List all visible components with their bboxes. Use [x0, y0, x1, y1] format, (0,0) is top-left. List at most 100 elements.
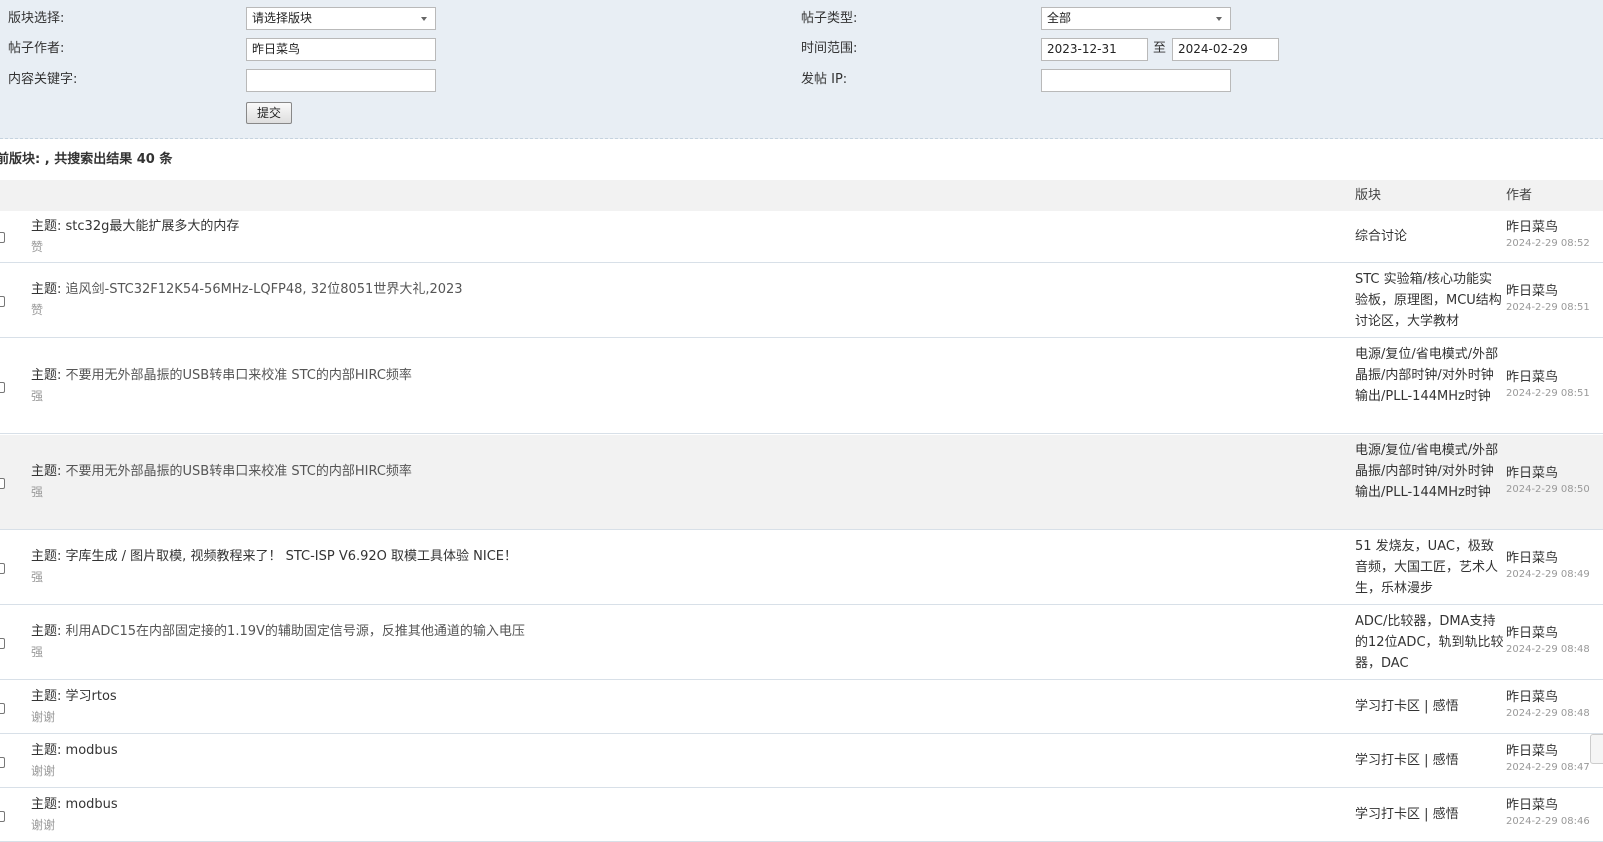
row-tag: 谢谢 — [31, 818, 56, 832]
row-forum-link[interactable]: ADC/比较器，DMA支持的12位ADC，轨到轨比较器，DAC — [1355, 611, 1505, 674]
subject-prefix: 主题: — [31, 282, 62, 297]
row-tag: 谢谢 — [31, 710, 56, 724]
row-time: 2024-2-29 08:51 — [1506, 388, 1590, 399]
row-forum-link[interactable]: 学习打卡区 | 感悟 — [1355, 804, 1505, 825]
search-panel: 版块选择: 请选择版块 帖子类型: 全部 帖子作者: 昨日菜鸟 时间范围: 20… — [0, 0, 1603, 139]
board-select[interactable]: 请选择版块 — [246, 7, 436, 30]
table-row: 主题: modbus 谢谢 学习打卡区 | 感悟 昨日菜鸟 2024-2-29 … — [0, 789, 1603, 842]
subject-prefix: 主题: — [31, 368, 62, 383]
author-label: 帖子作者: — [8, 41, 65, 56]
row-forum-link[interactable]: 综合讨论 — [1355, 226, 1505, 247]
subject-prefix: 主题: — [31, 219, 62, 234]
time-range-label: 时间范围: — [801, 41, 858, 56]
row-subject: 主题: modbus — [31, 796, 118, 814]
table-row: 主题: modbus 谢谢 学习打卡区 | 感悟 昨日菜鸟 2024-2-29 … — [0, 735, 1603, 788]
row-time: 2024-2-29 08:48 — [1506, 708, 1590, 719]
author-input[interactable]: 昨日菜鸟 — [246, 38, 436, 61]
subject-link[interactable]: 学习rtos — [66, 689, 117, 704]
row-tag: 强 — [31, 645, 44, 659]
row-forum-link[interactable]: STC 实验箱/核心功能实验板，原理图，MCU结构讨论区，大学教材 — [1355, 269, 1505, 332]
table-row: 主题: stc32g最大能扩展多大的内存 赞 综合讨论 昨日菜鸟 2024-2-… — [0, 211, 1603, 263]
row-author-link[interactable]: 昨日菜鸟 — [1506, 690, 1558, 706]
ip-input[interactable] — [1041, 69, 1231, 92]
row-tag: 强 — [31, 389, 44, 403]
table-row: 主题: 字库生成 / 图片取模, 视频教程来了！ STC-ISP V6.92O … — [0, 531, 1603, 605]
row-forum-link[interactable]: 51 发烧友，UAC，极致音频，大国工匠，艺术人生，乐林漫步 — [1355, 536, 1505, 599]
row-forum-link[interactable]: 学习打卡区 | 感悟 — [1355, 696, 1505, 717]
row-author-link[interactable]: 昨日菜鸟 — [1506, 744, 1558, 760]
row-checkbox[interactable] — [0, 478, 5, 489]
row-tag: 谢谢 — [31, 764, 56, 778]
row-subject: 主题: 不要用无外部晶振的USB转串口来校准 STC的内部HIRC频率 — [31, 463, 412, 481]
row-forum-link[interactable]: 学习打卡区 | 感悟 — [1355, 750, 1505, 771]
row-author-link[interactable]: 昨日菜鸟 — [1506, 284, 1558, 300]
row-subject: 主题: 字库生成 / 图片取模, 视频教程来了！ STC-ISP V6.92O … — [31, 548, 517, 566]
back-to-top-tab[interactable] — [1590, 734, 1603, 764]
board-select-label: 版块选择: — [8, 11, 65, 26]
keyword-input[interactable] — [246, 69, 436, 92]
row-checkbox[interactable] — [0, 811, 5, 822]
row-tag: 强 — [31, 485, 44, 499]
row-checkbox[interactable] — [0, 638, 5, 649]
row-checkbox[interactable] — [0, 382, 5, 393]
row-time: 2024-2-29 08:47 — [1506, 762, 1590, 773]
row-checkbox[interactable] — [0, 563, 5, 574]
subject-prefix: 主题: — [31, 743, 62, 758]
row-forum-link[interactable]: 电源/复位/省电模式/外部晶振/内部时钟/对外时钟输出/PLL-144MHz时钟 — [1355, 344, 1505, 407]
row-checkbox[interactable] — [0, 296, 5, 307]
subject-prefix: 主题: — [31, 549, 62, 564]
table-row: 主题: 利用ADC15在内部固定接的1.19V的辅助固定信号源，反推其他通道的输… — [0, 606, 1603, 680]
subject-link[interactable]: 字库生成 / 图片取模, 视频教程来了！ STC-ISP V6.92O 取模工具… — [66, 549, 517, 564]
row-author-link[interactable]: 昨日菜鸟 — [1506, 551, 1558, 567]
post-type-select[interactable]: 全部 — [1041, 7, 1231, 30]
subject-link[interactable]: modbus — [66, 743, 118, 758]
row-checkbox[interactable] — [0, 703, 5, 714]
subject-link[interactable]: stc32g最大能扩展多大的内存 — [66, 219, 240, 234]
row-subject: 主题: 学习rtos — [31, 688, 117, 706]
row-checkbox[interactable] — [0, 757, 5, 768]
table-row: 主题: 不要用无外部晶振的USB转串口来校准 STC的内部HIRC频率 强 电源… — [0, 339, 1603, 434]
table-row: 主题: 追风剑-STC32F12K54-56MHz-LQFP48, 32位805… — [0, 264, 1603, 338]
subject-link[interactable]: 不要用无外部晶振的USB转串口来校准 STC的内部HIRC频率 — [66, 368, 412, 383]
time-to-input[interactable]: 2024-02-29 — [1172, 38, 1279, 61]
subject-link[interactable]: 利用ADC15在内部固定接的1.19V的辅助固定信号源，反推其他通道的输入电压 — [66, 624, 525, 639]
subject-prefix: 主题: — [31, 464, 62, 479]
post-type-label: 帖子类型: — [801, 11, 858, 26]
table-header: 版块 作者 — [0, 180, 1603, 211]
row-subject: 主题: stc32g最大能扩展多大的内存 — [31, 218, 239, 236]
row-time: 2024-2-29 08:49 — [1506, 569, 1590, 580]
row-subject: 主题: 追风剑-STC32F12K54-56MHz-LQFP48, 32位805… — [31, 281, 463, 299]
column-forum-header: 版块 — [1355, 188, 1382, 203]
subject-prefix: 主题: — [31, 797, 62, 812]
ip-label: 发帖 IP: — [801, 72, 848, 87]
subject-link[interactable]: 追风剑-STC32F12K54-56MHz-LQFP48, 32位8051世界大… — [66, 282, 463, 297]
chevron-down-icon — [421, 17, 427, 21]
row-subject: 主题: 利用ADC15在内部固定接的1.19V的辅助固定信号源，反推其他通道的输… — [31, 623, 525, 641]
row-author-link[interactable]: 昨日菜鸟 — [1506, 626, 1558, 642]
keyword-label: 内容关键字: — [8, 72, 78, 87]
time-from-input[interactable]: 2023-12-31 — [1041, 38, 1148, 61]
chevron-down-icon — [1216, 17, 1222, 21]
row-time: 2024-2-29 08:50 — [1506, 484, 1590, 495]
row-tag: 强 — [31, 570, 44, 584]
row-checkbox[interactable] — [0, 232, 5, 243]
search-summary: 前版块: , 共搜索出结果 40 条 — [0, 152, 173, 167]
subject-prefix: 主题: — [31, 624, 62, 639]
row-time: 2024-2-29 08:51 — [1506, 302, 1590, 313]
submit-button[interactable]: 提交 — [246, 102, 292, 124]
subject-link[interactable]: 不要用无外部晶振的USB转串口来校准 STC的内部HIRC频率 — [66, 464, 412, 479]
row-time: 2024-2-29 08:48 — [1506, 644, 1590, 655]
column-author-header: 作者 — [1506, 188, 1533, 203]
row-forum-link[interactable]: 电源/复位/省电模式/外部晶振/内部时钟/对外时钟输出/PLL-144MHz时钟 — [1355, 440, 1505, 503]
row-author-link[interactable]: 昨日菜鸟 — [1506, 466, 1558, 482]
post-type-value: 全部 — [1047, 11, 1072, 25]
row-author-link[interactable]: 昨日菜鸟 — [1506, 798, 1558, 814]
row-author-link[interactable]: 昨日菜鸟 — [1506, 220, 1558, 236]
board-select-value: 请选择版块 — [252, 11, 313, 25]
subject-link[interactable]: modbus — [66, 797, 118, 812]
table-row: 主题: 学习rtos 谢谢 学习打卡区 | 感悟 昨日菜鸟 2024-2-29 … — [0, 681, 1603, 734]
table-row: 主题: 不要用无外部晶振的USB转串口来校准 STC的内部HIRC频率 强 电源… — [0, 435, 1603, 530]
row-tag: 赞 — [31, 303, 44, 317]
row-author-link[interactable]: 昨日菜鸟 — [1506, 370, 1558, 386]
row-tag: 赞 — [31, 240, 44, 254]
